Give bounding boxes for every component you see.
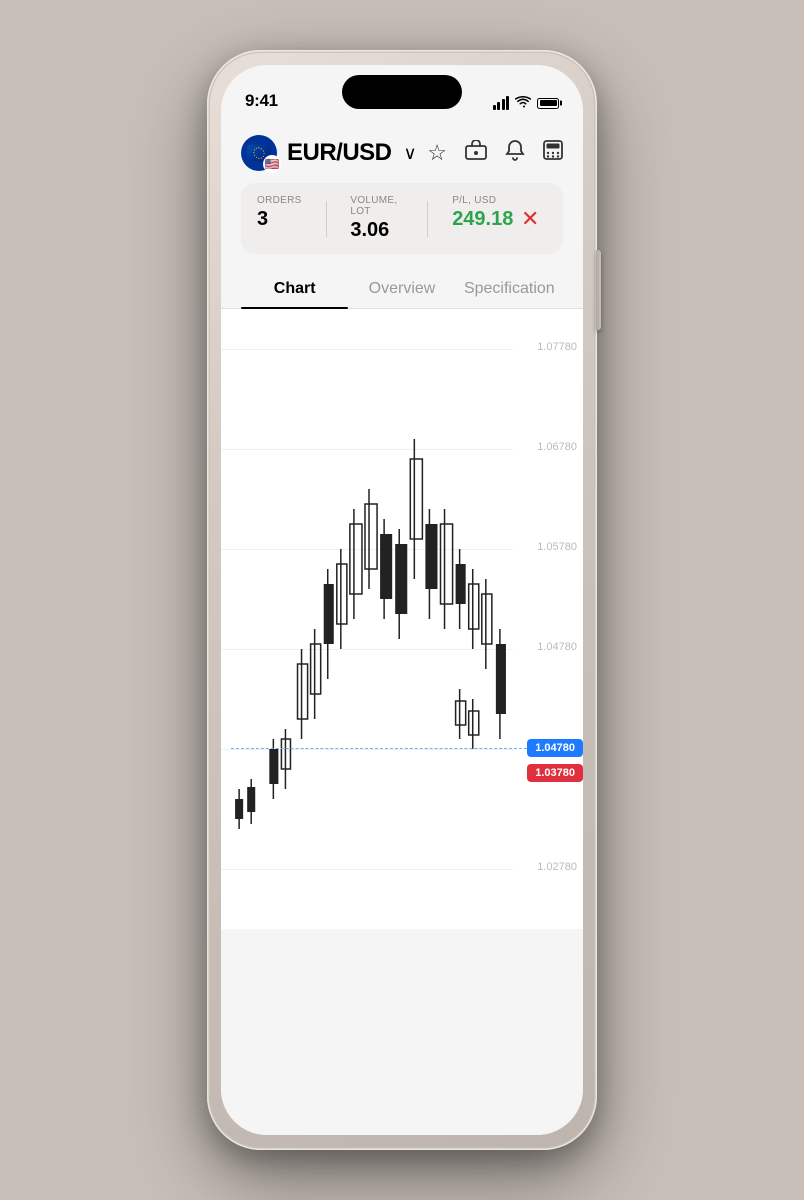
dynamic-island	[342, 75, 462, 109]
ask-price-tag: 1.03780	[527, 764, 583, 782]
pl-stat: P/L, USD 249.18	[452, 195, 513, 242]
phone-screen: 9:41	[221, 65, 583, 1135]
price-label-4: 1.04780	[537, 641, 577, 653]
volume-label: VOLUME, LOT	[350, 195, 403, 217]
stat-divider-2	[427, 201, 428, 237]
app-header: 🇪🇺 🇺🇸 EUR/USD ∨ ☆	[221, 119, 583, 183]
app-content: 🇪🇺 🇺🇸 EUR/USD ∨ ☆	[221, 119, 583, 1135]
price-label-3: 1.05780	[537, 541, 577, 553]
currency-pair-label: EUR/USD	[287, 139, 392, 167]
calculator-icon[interactable]	[543, 140, 563, 166]
battery-icon	[537, 98, 559, 109]
close-icon: ✕	[521, 206, 539, 232]
stat-divider-1	[326, 201, 327, 237]
currency-pair[interactable]: 🇪🇺 🇺🇸 EUR/USD ∨	[241, 135, 417, 171]
orders-stat: ORDERS 3	[257, 195, 302, 242]
volume-stat: VOLUME, LOT 3.06	[350, 195, 403, 242]
tabs: Chart Overview Specification	[221, 270, 583, 309]
chart-area[interactable]: 1.07780 1.06780 1.05780 1.04780 1.03780 …	[221, 309, 583, 929]
status-time: 9:41	[245, 91, 278, 111]
bid-price-tag: 1.04780	[527, 739, 583, 757]
tab-specification[interactable]: Specification	[456, 270, 563, 308]
tab-overview[interactable]: Overview	[348, 270, 455, 308]
price-label-1: 1.07780	[537, 341, 577, 353]
bid-price-dash	[231, 748, 527, 749]
header-actions: ☆	[427, 139, 563, 167]
info-stats: ORDERS 3 VOLUME, LOT 3.06 P/L, USD 249.1…	[257, 195, 513, 242]
tab-chart[interactable]: Chart	[241, 270, 348, 308]
orders-value: 3	[257, 208, 302, 231]
phone-frame: 9:41	[207, 50, 597, 1150]
pl-value: 249.18	[452, 208, 513, 231]
wifi-icon	[515, 95, 531, 111]
price-label-6: 1.02780	[537, 861, 577, 873]
portfolio-icon[interactable]	[465, 140, 487, 166]
close-button[interactable]: ✕	[513, 201, 547, 237]
signal-icon	[493, 96, 510, 110]
notifications-icon[interactable]	[505, 139, 525, 167]
candlestick-chart	[221, 309, 513, 929]
ask-price-marker: 1.03780	[527, 764, 583, 782]
currency-flag: 🇪🇺 🇺🇸	[241, 135, 277, 171]
info-card: ORDERS 3 VOLUME, LOT 3.06 P/L, USD 249.1…	[241, 183, 563, 254]
bid-price-line: 1.04780	[221, 739, 583, 757]
us-flag: 🇺🇸	[263, 155, 281, 173]
status-icons	[493, 95, 560, 111]
watchlist-icon[interactable]: ☆	[427, 140, 447, 166]
price-label-2: 1.06780	[537, 441, 577, 453]
orders-label: ORDERS	[257, 195, 302, 206]
dropdown-chevron[interactable]: ∨	[404, 143, 417, 164]
pl-label: P/L, USD	[452, 195, 513, 206]
volume-value: 3.06	[350, 219, 403, 242]
